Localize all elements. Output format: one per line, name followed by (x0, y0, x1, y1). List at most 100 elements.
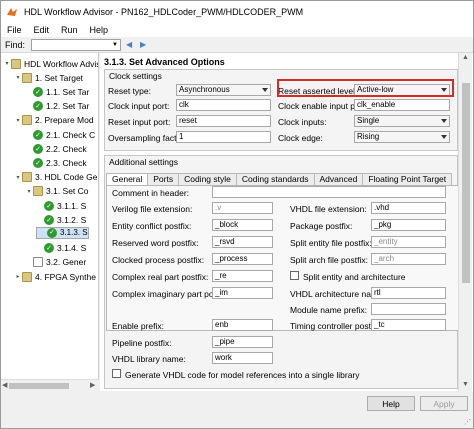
clocked-process-field[interactable]: _process (212, 253, 273, 265)
find-previous-icon[interactable]: ◀ (123, 39, 135, 51)
check-passed-icon: ✓ (33, 101, 43, 112)
find-next-icon[interactable]: ▶ (137, 39, 149, 51)
complex-imag-field[interactable]: _im (212, 287, 273, 299)
scroll-left-icon[interactable]: ◀ (2, 381, 7, 389)
title-bar: HDL Workflow Advisor - PN162_HDLCoder_PW… (1, 1, 473, 23)
tab-coding-style[interactable]: Coding style (178, 173, 237, 185)
split-entity-field[interactable]: _entity (371, 236, 446, 248)
verilog-ext-field[interactable]: .v (212, 202, 273, 214)
tree-item[interactable]: ✓ 3.1.3. S (36, 227, 89, 240)
tab-floating-point-target[interactable]: Floating Point Target (362, 173, 453, 185)
tree-item[interactable]: ✓ 2.3. Check (25, 156, 87, 169)
tree-item-label: HDL Workflow Advisor (24, 58, 98, 69)
tree-item[interactable]: ✓ 2.2. Check (25, 142, 87, 155)
clock-edge-select[interactable]: Rising (354, 131, 450, 143)
entity-conflict-label: Entity conflict postfix: (112, 221, 192, 231)
menu-file[interactable]: File (7, 25, 22, 35)
package-postfix-label: Package postfix: (290, 221, 353, 231)
collapse-icon[interactable]: ▾ (14, 117, 22, 124)
check-passed-icon: ✓ (47, 228, 57, 239)
find-bar: Find: ▼ ◀ ▶ (1, 37, 473, 53)
tree-item-label: 1.2. Set Tar (46, 101, 90, 112)
reset-input-label: Reset input port: (108, 117, 171, 127)
tree-item-label: 3.1.1. S (57, 200, 87, 211)
expand-icon[interactable]: ▸ (14, 273, 22, 280)
scroll-right-icon[interactable]: ▶ (90, 381, 95, 389)
module-prefix-field[interactable] (371, 303, 446, 315)
oversampling-field[interactable]: 1 (176, 131, 271, 143)
package-postfix-field[interactable]: _pkg (371, 219, 446, 231)
split-arch-field[interactable]: _arch (371, 253, 446, 265)
tree-item-label: 4. FPGA Synthe (35, 271, 96, 282)
menu-edit[interactable]: Edit (34, 25, 50, 35)
clock-input-field[interactable]: clk (176, 99, 271, 111)
tree-item[interactable]: ✓ 3.1.2. S (36, 213, 86, 226)
check-passed-icon: ✓ (33, 143, 43, 154)
entity-conflict-field[interactable]: _block (212, 219, 273, 231)
generate-vhdl-single-library-checkbox[interactable] (112, 369, 121, 378)
tree-item[interactable]: ✓ 3.1.4. S (36, 242, 86, 255)
folder-icon (22, 115, 32, 126)
tree-item[interactable]: ▸ 4. FPGA Synthe (14, 270, 96, 283)
apply-button[interactable]: Apply (420, 396, 468, 411)
collapse-icon[interactable]: ▾ (25, 188, 33, 195)
vhdl-library-field[interactable]: work (212, 352, 273, 364)
timing-ctrl-label: Timing controller postfix: (290, 321, 382, 331)
tree-item[interactable]: ▾ 3.1. Set Co (25, 185, 89, 198)
main-scroll-thumb[interactable] (462, 83, 470, 283)
tree-item[interactable]: ▾ 2. Prepare Mod (14, 114, 94, 127)
tab-ports[interactable]: Ports (147, 173, 180, 185)
tree-horizontal-scrollbar[interactable]: ◀ ▶ (1, 379, 99, 391)
vhdl-arch-field[interactable]: rtl (371, 287, 446, 299)
tree-item[interactable]: ✓ 1.1. Set Tar (25, 85, 89, 98)
tree-item[interactable]: ✓ 1.2. Set Tar (25, 100, 89, 113)
resize-grip-icon[interactable]: ⋰ (464, 418, 471, 426)
tab-coding-standards[interactable]: Coding standards (235, 173, 315, 185)
complex-real-label: Complex real part postfix: (112, 272, 209, 282)
tree-item[interactable]: 3.2. Gener (25, 256, 86, 269)
reserved-word-field[interactable]: _rsvd (212, 236, 273, 248)
timing-ctrl-field[interactable]: _tc (371, 319, 446, 331)
menu-run[interactable]: Run (61, 25, 78, 35)
scroll-down-icon[interactable]: ▼ (462, 381, 469, 388)
main-vertical-scrollbar[interactable]: ▲ ▼ (458, 53, 472, 391)
generate-vhdl-single-library-label: Generate VHDL code for model references … (125, 370, 360, 380)
footer-bar: Help Apply ⋰ (1, 391, 473, 428)
help-button[interactable]: Help (367, 396, 415, 411)
vhdl-ext-field[interactable]: .vhd (371, 202, 446, 214)
scroll-up-icon[interactable]: ▲ (462, 54, 469, 61)
reset-input-field[interactable]: reset (176, 115, 271, 127)
chevron-down-icon[interactable]: ▼ (110, 40, 120, 50)
collapse-icon[interactable]: ▾ (14, 174, 22, 181)
collapse-icon[interactable]: ▾ (3, 60, 11, 67)
hdl-workflow-advisor-window: HDL Workflow Advisor - PN162_HDLCoder_PW… (0, 0, 474, 429)
tree-item-label: 3.2. Gener (46, 257, 87, 268)
tree-item[interactable]: ▾ HDL Workflow Advisor (3, 57, 98, 70)
window-title: HDL Workflow Advisor - PN162_HDLCoder_PW… (24, 7, 304, 17)
clock-enable-field[interactable]: clk_enable (354, 99, 450, 111)
tab-advanced[interactable]: Advanced (313, 173, 364, 185)
split-entity-label: Split entity file postfix: (290, 238, 372, 248)
tree-scroll-thumb[interactable] (9, 383, 69, 389)
check-passed-icon: ✓ (44, 200, 54, 211)
comment-header-field[interactable] (212, 186, 446, 198)
page-title: 3.1.3. Set Advanced Options (104, 57, 225, 67)
collapse-icon[interactable]: ▾ (14, 74, 22, 81)
tree-item-label: 2.1. Check C (46, 129, 96, 140)
complex-real-field[interactable]: _re (212, 270, 273, 282)
pipeline-postfix-field[interactable]: _pipe (212, 336, 273, 348)
split-entity-arch-checkbox[interactable] (290, 271, 299, 280)
clock-settings-title: Clock settings (109, 71, 162, 81)
reset-type-select[interactable]: Asynchronous (176, 84, 271, 96)
clock-inputs-select[interactable]: Single (354, 115, 450, 127)
tree-item-label: 2. Prepare Mod (35, 115, 94, 126)
menu-help[interactable]: Help (90, 25, 109, 35)
menu-bar: File Edit Run Help (1, 23, 473, 37)
tree-item[interactable]: ▾ 3. HDL Code Ge (14, 171, 98, 184)
tree-item[interactable]: ✓ 3.1.1. S (36, 199, 86, 212)
tree-item[interactable]: ✓ 2.1. Check C (25, 128, 95, 141)
find-input[interactable]: ▼ (31, 38, 122, 51)
enable-prefix-field[interactable]: enb (212, 319, 273, 331)
tree-item[interactable]: ▾ 1. Set Target (14, 71, 83, 84)
check-passed-icon: ✓ (44, 214, 54, 225)
